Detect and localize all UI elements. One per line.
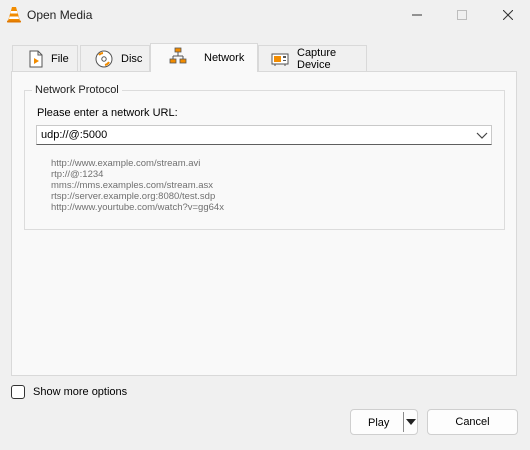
maximize-button[interactable] — [439, 0, 484, 30]
close-button[interactable] — [485, 0, 530, 30]
example-url: rtp://@:1234 — [51, 169, 104, 180]
network-protocol-group: Network Protocol Please enter a network … — [24, 84, 505, 230]
tab-network-label: Network — [204, 52, 245, 64]
tab-disc[interactable]: Disc — [80, 45, 150, 71]
tab-file[interactable]: File — [12, 45, 78, 71]
group-title: Network Protocol — [32, 84, 122, 96]
network-url-input[interactable] — [41, 128, 461, 142]
title-bar: Open Media — [0, 0, 530, 30]
play-split-divider — [403, 412, 404, 432]
network-icon — [169, 47, 187, 64]
maximize-icon — [456, 10, 467, 20]
show-more-options-label[interactable]: Show more options — [33, 386, 127, 398]
example-url: http://www.yourtube.com/watch?v=gg64x — [51, 202, 224, 213]
example-url: rtsp://server.example.org:8080/test.sdp — [51, 191, 216, 202]
chevron-down-icon[interactable] — [476, 130, 488, 140]
tab-capture-device-label: Capture Device — [297, 46, 337, 71]
show-more-options[interactable]: Show more options — [11, 385, 127, 399]
window-title: Open Media — [27, 8, 93, 22]
example-url: http://www.example.com/stream.avi — [51, 158, 201, 169]
capture-device-icon — [271, 53, 289, 66]
show-more-options-checkbox[interactable] — [11, 385, 25, 399]
url-label: Please enter a network URL: — [37, 107, 178, 119]
tab-file-label: File — [51, 52, 69, 65]
network-url-combobox[interactable] — [36, 125, 492, 145]
minimize-icon — [411, 14, 422, 16]
vlc-cone-icon — [7, 7, 21, 23]
close-icon — [502, 10, 513, 20]
example-url: mms://mms.examples.com/stream.asx — [51, 180, 214, 191]
cancel-button[interactable]: Cancel — [427, 409, 518, 435]
file-icon — [29, 50, 43, 68]
disc-icon — [95, 50, 113, 68]
play-label[interactable]: Play — [368, 417, 389, 429]
tab-capture-device[interactable]: Capture Device — [258, 45, 367, 71]
tab-network[interactable]: Network — [150, 43, 258, 72]
network-tab-panel: Network Protocol Please enter a network … — [11, 71, 517, 376]
dropdown-arrow-icon[interactable] — [406, 419, 416, 426]
url-examples: http://www.example.com/stream.avi rtp://… — [51, 158, 224, 213]
play-button[interactable]: Play — [350, 409, 418, 435]
tab-disc-label: Disc — [121, 52, 143, 65]
minimize-button[interactable] — [394, 0, 439, 30]
